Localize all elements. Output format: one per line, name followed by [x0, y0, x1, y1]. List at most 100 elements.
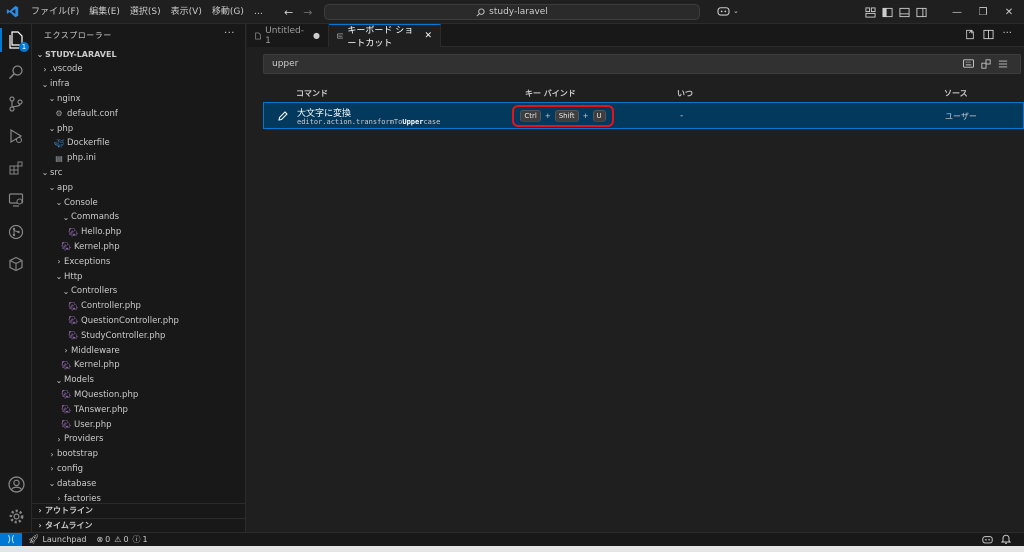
run-debug-icon[interactable]: [6, 126, 26, 146]
sort-by-precedence-icon[interactable]: [981, 59, 991, 69]
tree-file[interactable]: 🐘︎ Controller.php: [32, 299, 245, 314]
open-keybindings-json-icon[interactable]: [965, 29, 975, 40]
containers-icon[interactable]: [6, 254, 26, 274]
column-keybinding[interactable]: キー バインド: [525, 88, 576, 99]
tree-file[interactable]: 🐘︎ Kernel.php: [32, 358, 245, 373]
tree-folder[interactable]: ⌄ src: [32, 166, 245, 181]
restore-icon[interactable]: ❐: [970, 7, 996, 18]
tree-file[interactable]: 🐘︎ Kernel.php: [32, 240, 245, 255]
extensions-icon[interactable]: [6, 158, 26, 178]
tree-folder[interactable]: ⌄ Commands: [32, 210, 245, 225]
notifications-bell-icon[interactable]: [1001, 534, 1011, 544]
info-count: 1: [142, 535, 148, 544]
command-id: editor.action.transformToUppercase: [297, 118, 441, 126]
command-center-search[interactable]: study-laravel: [324, 4, 700, 20]
unsaved-dot-icon[interactable]: ●: [313, 31, 320, 40]
tree-item-label: MQuestion.php: [74, 389, 139, 400]
keybinding-keys-highlight[interactable]: Ctrl + Shift + U: [512, 105, 614, 127]
tree-folder[interactable]: ⌄ database: [32, 476, 245, 491]
column-command[interactable]: コマンド: [296, 88, 328, 99]
menu-file[interactable]: ファイル(F): [26, 0, 84, 24]
title-bar: ファイル(F) 編集(E) 選択(S) 表示(V) 移動(G) … ← → st…: [0, 0, 1024, 24]
tree-folder[interactable]: ⌄ Models: [32, 373, 245, 388]
source-control-icon[interactable]: [6, 94, 26, 114]
tree-item-label: Exceptions: [64, 256, 111, 267]
tree-file[interactable]: 🐘︎ User.php: [32, 417, 245, 432]
outline-section[interactable]: › アウトライン: [32, 503, 245, 517]
minimize-icon[interactable]: —: [944, 7, 970, 18]
tree-file[interactable]: ▤ php.ini: [32, 151, 245, 166]
gear-icon[interactable]: [6, 506, 26, 526]
menu-selection[interactable]: 選択(S): [125, 0, 166, 24]
git-graph-icon[interactable]: [6, 222, 26, 242]
chevron-down-icon: ⌄: [733, 6, 739, 15]
search-icon[interactable]: [6, 62, 26, 82]
tree-folder[interactable]: ⌄ app: [32, 180, 245, 195]
chevron-down-icon: ⌄: [55, 272, 63, 282]
record-keys-icon[interactable]: [963, 59, 974, 68]
tree-file[interactable]: 🐘︎ TAnswer.php: [32, 402, 245, 417]
tree-folder[interactable]: ⌄ infra: [32, 77, 245, 92]
more-actions-icon[interactable]: ···: [1002, 29, 1012, 40]
copilot-button[interactable]: ⌄: [717, 5, 739, 16]
problems-item[interactable]: ⊗ 0 ⚠︎ 0 ⓘ 1: [96, 534, 147, 545]
tree-item-label: config: [57, 463, 84, 474]
menu-view[interactable]: 表示(V): [166, 0, 207, 24]
tree-file[interactable]: 🐳︎ Dockerfile: [32, 136, 245, 151]
account-icon[interactable]: [6, 474, 26, 494]
pencil-icon[interactable]: [278, 111, 288, 121]
tree-file[interactable]: 🐘︎ MQuestion.php: [32, 388, 245, 403]
launchpad-item[interactable]: 🚀︎ Launchpad: [28, 535, 86, 545]
toggle-secondary-sidebar-icon[interactable]: [916, 7, 927, 18]
menu-edit[interactable]: 編集(E): [84, 0, 125, 24]
workspace-root-label: STUDY-LARAVEL: [45, 49, 117, 59]
copilot-icon[interactable]: [982, 534, 993, 544]
split-editor-icon[interactable]: [983, 29, 994, 40]
error-icon: ⊗: [96, 535, 104, 544]
tree-folder[interactable]: › Exceptions: [32, 254, 245, 269]
php-icon: 🐘︎: [68, 227, 79, 237]
explorer-sidebar: エクスプローラー ··· ⌄ STUDY-LARAVEL › .vscode ⌄ in…: [32, 24, 246, 532]
filter-list-icon[interactable]: [998, 59, 1008, 69]
remote-indicator[interactable]: ⟩⟨: [0, 532, 22, 547]
tree-folder[interactable]: ⌄ Console: [32, 195, 245, 210]
close-window-icon[interactable]: ✕: [996, 7, 1022, 18]
tree-folder[interactable]: ⌄ nginx: [32, 92, 245, 107]
customize-layout-icon[interactable]: [865, 6, 876, 18]
back-arrow-icon[interactable]: ←: [284, 6, 293, 19]
toggle-primary-sidebar-icon[interactable]: [882, 7, 893, 18]
keybindings-search-input[interactable]: upper: [263, 54, 1021, 74]
tree-folder[interactable]: ⌄ php: [32, 121, 245, 136]
more-actions-icon[interactable]: ···: [224, 28, 235, 39]
menu-more[interactable]: …: [249, 0, 268, 24]
explorer-icon[interactable]: 1: [6, 30, 29, 52]
timeline-section[interactable]: › タイムライン: [32, 518, 245, 532]
keybinding-row[interactable]: 大文字に変換 editor.action.transformToUppercas…: [263, 102, 1024, 129]
tree-folder[interactable]: ⌄ Http: [32, 269, 245, 284]
tree-file[interactable]: 🐘︎ Hello.php: [32, 225, 245, 240]
close-icon[interactable]: ✕: [424, 31, 432, 41]
explorer-title: エクスプローラー: [44, 30, 112, 40]
column-source[interactable]: ソース: [944, 88, 968, 99]
column-when[interactable]: いつ: [677, 88, 693, 99]
tree-folder[interactable]: › .vscode: [32, 62, 245, 77]
tree-folder[interactable]: › Middleware: [32, 343, 245, 358]
tree-folder[interactable]: ⌄ Controllers: [32, 284, 245, 299]
tree-item-label: Kernel.php: [74, 241, 120, 252]
tree-folder[interactable]: › config: [32, 462, 245, 477]
workspace-root[interactable]: ⌄ STUDY-LARAVEL: [32, 46, 245, 62]
chevron-down-icon: ⌄: [36, 49, 44, 59]
tab-keyboard-shortcuts[interactable]: キーボード ショートカット ✕: [329, 24, 441, 49]
php-icon: 🐘︎: [68, 316, 79, 326]
menu-go[interactable]: 移動(G): [207, 0, 249, 24]
tree-folder[interactable]: › bootstrap: [32, 447, 245, 462]
toggle-panel-icon[interactable]: [899, 7, 910, 18]
tree-file[interactable]: 🐘︎ QuestionController.php: [32, 314, 245, 329]
search-label: study-laravel: [489, 7, 548, 17]
tree-file[interactable]: ⚙ default.conf: [32, 106, 245, 121]
remote-explorer-icon[interactable]: [6, 190, 26, 210]
tab-untitled-1[interactable]: Untitled-1 ●: [247, 24, 329, 47]
tree-folder[interactable]: › Providers: [32, 432, 245, 447]
tree-file[interactable]: 🐘︎ StudyController.php: [32, 328, 245, 343]
forward-arrow-icon[interactable]: →: [303, 6, 312, 19]
